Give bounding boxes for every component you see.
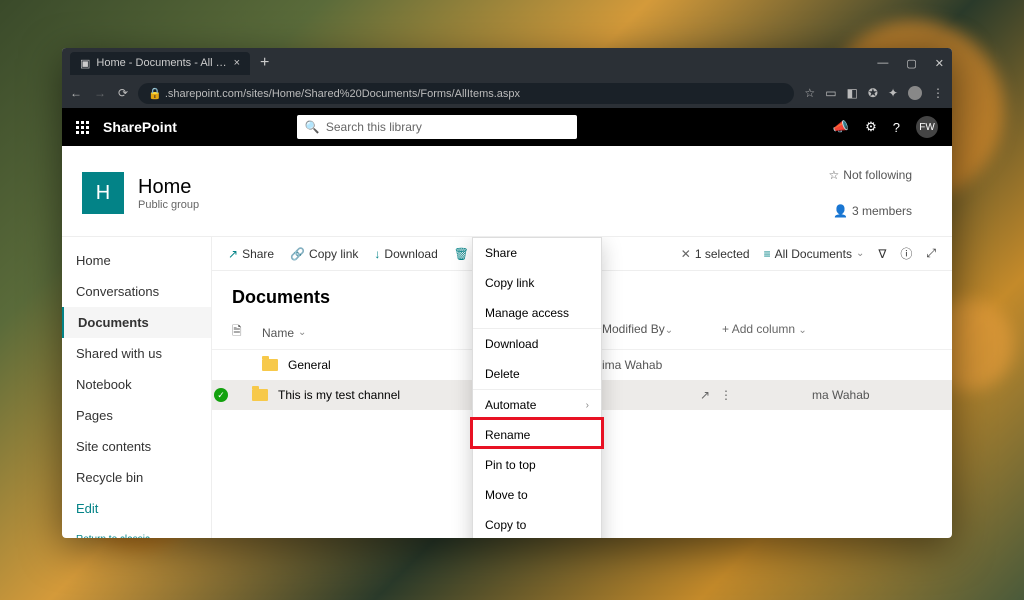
ctx-copy-to[interactable]: Copy to — [473, 510, 601, 538]
ctx-copy-link[interactable]: Copy link — [473, 268, 601, 298]
filter-icon[interactable]: ∇ — [878, 247, 886, 261]
nav-edit[interactable]: Edit — [62, 493, 211, 524]
col-modified-by[interactable]: Modified By⌄ — [602, 322, 722, 343]
folder-icon — [252, 389, 268, 401]
nav-documents[interactable]: Documents — [62, 307, 211, 338]
col-doctype-icon[interactable]: 🗎 — [232, 322, 262, 343]
follow-button[interactable]: ☆Not following — [809, 160, 932, 190]
browser-tab[interactable]: ▣ Home - Documents - All Docum… × — [70, 52, 250, 75]
site-subtitle: Public group — [138, 199, 199, 211]
nav-reload-icon[interactable]: ⟳ — [118, 86, 128, 100]
cmd-share[interactable]: ↗Share — [228, 247, 274, 261]
chevron-down-icon: ⌄ — [856, 248, 864, 259]
settings-gear-icon[interactable]: ⚙ — [865, 119, 877, 135]
selection-count[interactable]: ✕1 selected — [681, 247, 750, 261]
return-classic-link[interactable]: Return to classic SharePoint — [62, 524, 211, 538]
chevron-down-icon: ⌄ — [665, 325, 673, 336]
new-tab-button[interactable]: + — [260, 54, 269, 72]
chevron-right-icon: › — [586, 400, 589, 411]
ctx-pin-to-top[interactable]: Pin to top — [473, 450, 601, 480]
ctx-manage-access[interactable]: Manage access — [473, 298, 601, 328]
delete-icon: 🗑 — [454, 247, 469, 261]
user-avatar[interactable]: FW — [916, 116, 938, 138]
help-icon[interactable]: ? — [893, 120, 900, 135]
context-menu: ShareCopy linkManage accessDownloadDelet… — [472, 237, 602, 538]
profile-avatar-icon[interactable] — [908, 86, 922, 100]
ctx-delete[interactable]: Delete — [473, 359, 601, 389]
tab-favicon: ▣ — [80, 57, 90, 70]
cmd-download[interactable]: ↓Download — [374, 247, 437, 261]
members-link[interactable]: 👤3 members — [813, 196, 932, 226]
left-navigation: Home Conversations Documents Shared with… — [62, 237, 212, 538]
info-pane-icon[interactable]: ⓘ — [900, 245, 912, 262]
view-icon: ≡ — [764, 247, 771, 261]
search-placeholder: Search this library — [326, 120, 422, 134]
ext-icon-3[interactable]: ✪ — [868, 86, 878, 100]
nav-forward-icon[interactable]: → — [94, 86, 106, 100]
search-box[interactable]: 🔍 Search this library — [297, 115, 577, 139]
nav-shared-with-us[interactable]: Shared with us — [62, 338, 211, 369]
lock-icon: 🔒 — [148, 88, 162, 100]
nav-conversations[interactable]: Conversations — [62, 276, 211, 307]
share-icon: ↗ — [228, 247, 238, 261]
url-field[interactable]: 🔒 .sharepoint.com/sites/Home/Shared%20Do… — [138, 83, 794, 104]
expand-icon[interactable]: ⤢ — [926, 246, 936, 261]
ctx-automate[interactable]: Automate› — [473, 390, 601, 420]
site-header: H Home Public group ☆Not following 👤3 me… — [62, 146, 952, 237]
browser-titlebar: ▣ Home - Documents - All Docum… × + — ▢ … — [62, 48, 952, 78]
nav-home[interactable]: Home — [62, 245, 211, 276]
row-more-icon[interactable]: ⋮ — [720, 388, 732, 402]
nav-site-contents[interactable]: Site contents — [62, 431, 211, 462]
window-close-icon[interactable]: ✕ — [935, 57, 944, 70]
chevron-down-icon: ⌄ — [798, 325, 806, 336]
row-selected-check-icon[interactable]: ✓ — [214, 388, 228, 402]
row-share-icon[interactable]: ↗ — [700, 388, 710, 402]
nav-pages[interactable]: Pages — [62, 400, 211, 431]
tab-title: Home - Documents - All Docum… — [96, 57, 227, 69]
download-icon: ↓ — [374, 247, 380, 261]
tab-close-icon[interactable]: × — [234, 57, 240, 69]
star-icon: ☆ — [829, 168, 840, 182]
browser-window: ▣ Home - Documents - All Docum… × + — ▢ … — [62, 48, 952, 538]
sharepoint-brand[interactable]: SharePoint — [103, 119, 177, 135]
folder-icon — [262, 359, 278, 371]
nav-notebook[interactable]: Notebook — [62, 369, 211, 400]
cmd-copy-link[interactable]: 🔗Copy link — [290, 247, 358, 261]
site-logo[interactable]: H — [82, 172, 124, 214]
window-minimize-icon[interactable]: — — [877, 57, 888, 70]
suite-bar: SharePoint 🔍 Search this library 📣 ⚙ ? F… — [62, 108, 952, 146]
nav-back-icon[interactable]: ← — [70, 86, 82, 100]
ctx-share[interactable]: Share — [473, 238, 601, 268]
col-name[interactable]: Name⌄ — [262, 322, 462, 343]
bookmark-star-icon[interactable]: ☆ — [804, 86, 815, 100]
site-title[interactable]: Home — [138, 176, 199, 199]
ctx-move-to[interactable]: Move to — [473, 480, 601, 510]
clear-selection-icon[interactable]: ✕ — [681, 247, 691, 261]
url-text: .sharepoint.com/sites/Home/Shared%20Docu… — [165, 88, 520, 100]
link-icon: 🔗 — [290, 247, 305, 261]
people-icon: 👤 — [833, 204, 848, 218]
browser-menu-icon[interactable]: ⋮ — [932, 86, 944, 100]
main-content: ↗Share 🔗Copy link ↓Download 🗑Delete ⚑ ✕1… — [212, 237, 952, 538]
app-launcher-icon[interactable] — [76, 121, 89, 134]
extensions-icon[interactable]: ✦ — [888, 86, 898, 100]
ctx-download[interactable]: Download — [473, 329, 601, 359]
chevron-down-icon: ⌄ — [298, 327, 306, 338]
window-maximize-icon[interactable]: ▢ — [906, 57, 916, 70]
search-icon: 🔍 — [305, 120, 320, 134]
ctx-rename[interactable]: Rename — [473, 420, 601, 450]
ext-icon-2[interactable]: ◧ — [847, 86, 858, 100]
nav-recycle-bin[interactable]: Recycle bin — [62, 462, 211, 493]
col-add-column[interactable]: + Add column ⌄ — [722, 322, 807, 343]
megaphone-icon[interactable]: 📣 — [833, 119, 849, 135]
browser-address-bar: ← → ⟳ 🔒 .sharepoint.com/sites/Home/Share… — [62, 78, 952, 108]
ext-icon-1[interactable]: ▭ — [825, 86, 836, 100]
view-selector[interactable]: ≡All Documents⌄ — [764, 247, 865, 261]
